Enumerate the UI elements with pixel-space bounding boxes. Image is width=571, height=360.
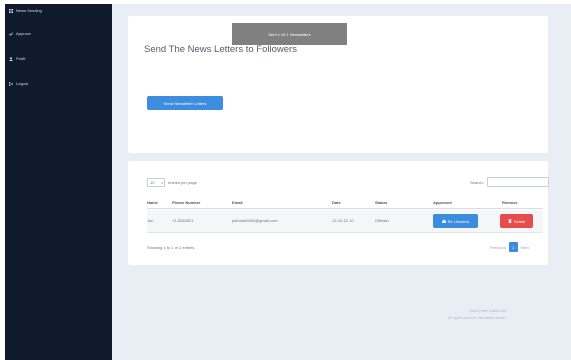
- pagination: Previous 1 Next: [490, 242, 529, 252]
- cell-date: 12-10-22 10: [332, 218, 354, 223]
- user-icon: [9, 56, 13, 61]
- main-content: Send The News Letters to Followers Send …: [112, 4, 571, 360]
- approve-button[interactable]: Re Uncheck: [433, 214, 478, 228]
- app-window: News Sending Approve Profit Logout Send …: [0, 0, 571, 360]
- column-header-date[interactable]: Date: [332, 200, 341, 205]
- sidebar-item-logout[interactable]: Logout: [9, 81, 28, 86]
- column-header-email[interactable]: Email: [232, 200, 243, 205]
- column-header-phone[interactable]: Phone Number: [172, 200, 200, 205]
- delete-button-label: Delete: [513, 218, 526, 224]
- sidebar: News Sending Approve Profit Logout: [5, 4, 112, 360]
- table-info: Showing 1 to 1 of 1 entries: [147, 245, 195, 250]
- sidebar-item-label: Profit: [16, 56, 26, 61]
- footer-line-1: News Letter Dashboard: [469, 309, 507, 313]
- sidebar-item-profit[interactable]: Profit: [9, 56, 25, 61]
- logout-icon: [9, 81, 13, 86]
- cell-email: johndoe0000@gmail.com: [232, 218, 278, 223]
- trash-icon: [508, 219, 512, 223]
- footer-line-2: All rights reserved. Newsletter sender: [448, 316, 507, 320]
- footer: News Letter Dashboard All rights reserve…: [448, 308, 506, 322]
- page-title: Send The News Letters to Followers: [144, 44, 297, 55]
- column-header-remove[interactable]: Remove: [502, 200, 518, 205]
- sidebar-item-news-sending[interactable]: News Sending: [9, 8, 42, 13]
- send-newsletter-button[interactable]: Send Newsletter Letters: [147, 96, 223, 110]
- check-icon: [9, 32, 13, 36]
- thumbs-up-icon: [441, 219, 446, 223]
- approve-button-label: Re Uncheck: [447, 218, 470, 224]
- dashboard-icon: [9, 8, 13, 13]
- column-header-approved[interactable]: Approved: [433, 200, 452, 205]
- table-row: Jon +1-5283321 johndoe0000@gmail.com 12-…: [147, 210, 543, 233]
- sidebar-item-label: Logout: [16, 81, 29, 86]
- sidebar-item-approve[interactable]: Approve: [9, 31, 31, 36]
- entries-per-page: 10 ▾ entries per page: [147, 178, 197, 187]
- search-label: Search:: [470, 179, 484, 185]
- sidebar-item-label: News Sending: [16, 8, 42, 13]
- sidebar-item-label: Approve: [16, 31, 31, 36]
- toast-notification: Sent 1 Of 1 Newsletters: [232, 23, 347, 45]
- column-header-status[interactable]: Status: [375, 200, 387, 205]
- entries-select[interactable]: 10 ▾: [147, 178, 165, 187]
- cell-phone: +1-5283321: [172, 218, 194, 223]
- cell-status: Offsider: [375, 218, 389, 223]
- subscribers-table-panel: 10 ▾ entries per page Search: Name Phone…: [128, 161, 549, 265]
- entries-label: entries per page: [168, 180, 197, 185]
- entries-value: 10: [150, 180, 155, 185]
- cell-name: Jon: [147, 218, 154, 223]
- column-header-name[interactable]: Name: [147, 200, 158, 205]
- pagination-next[interactable]: Next: [521, 245, 529, 250]
- chevron-down-icon: ▾: [161, 181, 163, 185]
- table-search: Search:: [470, 177, 549, 187]
- pagination-previous[interactable]: Previous: [490, 245, 506, 250]
- table-header: Name Phone Number Email Date Status Appr…: [147, 198, 543, 209]
- delete-button[interactable]: Delete: [500, 214, 533, 228]
- pagination-page-current[interactable]: 1: [508, 242, 518, 252]
- search-input[interactable]: [486, 177, 549, 187]
